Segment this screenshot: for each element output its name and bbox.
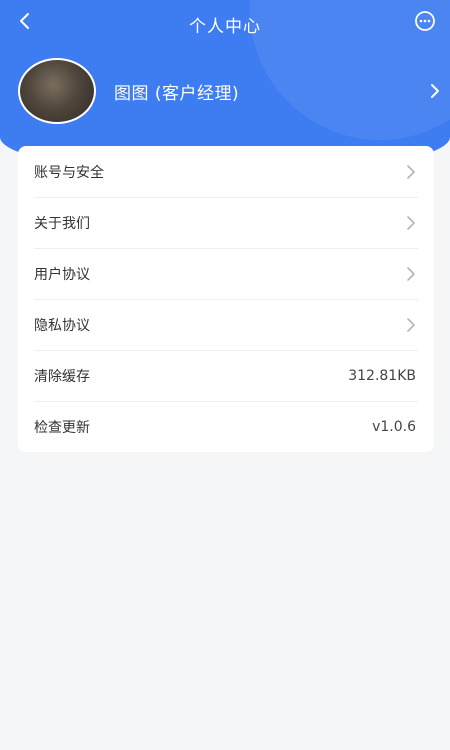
more-dots-icon <box>415 11 435 31</box>
back-button[interactable] <box>14 10 36 32</box>
settings-item-user-agreement[interactable]: 用户协议 <box>18 248 434 299</box>
bottom-area <box>0 738 450 750</box>
chevron-right-icon <box>428 82 442 100</box>
settings-item-about-us[interactable]: 关于我们 <box>18 197 434 248</box>
settings-item-label: 账号与安全 <box>34 164 104 181</box>
profile-name: 图图 (客户经理) <box>114 83 240 104</box>
avatar <box>18 58 96 124</box>
top-bar: 个人中心 <box>0 0 450 48</box>
page-title: 个人中心 <box>189 16 261 37</box>
app-version-value: v1.0.6 <box>372 418 416 435</box>
settings-item-label: 清除缓存 <box>34 368 90 385</box>
profile-header[interactable]: 图图 (客户经理) <box>18 58 442 124</box>
settings-item-account-security[interactable]: 账号与安全 <box>18 146 434 197</box>
settings-item-check-update[interactable]: 检查更新 v1.0.6 <box>18 401 434 452</box>
chevron-right-icon <box>406 266 416 282</box>
settings-card: 账号与安全 关于我们 用户协议 隐私协议 清除缓存 312.81KB 检查更新 … <box>18 146 434 452</box>
profile-screen: 个人中心 图图 (客户经理) 账号与安全 关于我们 用户协议 隐私协议 清除缓存… <box>0 0 450 750</box>
settings-item-privacy-policy[interactable]: 隐私协议 <box>18 299 434 350</box>
cache-size-value: 312.81KB <box>348 367 416 384</box>
chevron-left-icon <box>20 13 29 29</box>
settings-item-label: 用户协议 <box>34 266 90 283</box>
settings-item-label: 隐私协议 <box>34 317 90 334</box>
settings-item-label: 检查更新 <box>34 419 90 436</box>
chevron-right-icon <box>406 317 416 333</box>
chevron-right-icon <box>406 164 416 180</box>
chevron-right-icon <box>406 215 416 231</box>
settings-item-clear-cache[interactable]: 清除缓存 312.81KB <box>18 350 434 401</box>
settings-item-label: 关于我们 <box>34 215 90 232</box>
more-button[interactable] <box>414 10 436 32</box>
